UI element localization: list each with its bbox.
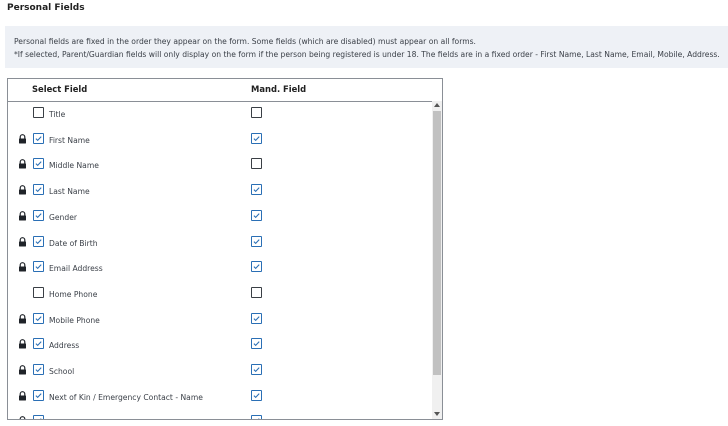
info-line-2: *If selected, Parent/Guardian fields wil… bbox=[14, 50, 720, 59]
lock-icon bbox=[18, 309, 27, 324]
field-label: Next of Kin / Emergency Contact - Name bbox=[49, 392, 203, 402]
select-field-checkbox[interactable] bbox=[33, 235, 44, 247]
lock-icon bbox=[18, 386, 27, 401]
mandatory-field-checkbox[interactable] bbox=[251, 132, 262, 144]
scroll-up-arrow-icon[interactable] bbox=[434, 103, 440, 107]
scrollbar[interactable] bbox=[432, 101, 442, 419]
field-row: Title bbox=[8, 101, 432, 127]
field-label: Gender bbox=[49, 212, 77, 222]
lock-icon bbox=[18, 257, 27, 272]
select-field-checkbox[interactable] bbox=[33, 158, 44, 170]
lock-icon bbox=[18, 129, 27, 144]
select-field-checkbox[interactable] bbox=[33, 107, 44, 118]
table-header: Select Field Mand. Field bbox=[8, 79, 442, 102]
field-row: Last Name bbox=[8, 178, 432, 204]
select-field-checkbox[interactable] bbox=[33, 184, 44, 196]
field-label: First Name bbox=[49, 135, 90, 145]
info-box: Personal fields are fixed in the order t… bbox=[5, 26, 728, 68]
select-field-checkbox[interactable] bbox=[33, 132, 44, 144]
lock-icon bbox=[18, 411, 27, 419]
lock-icon bbox=[18, 154, 27, 169]
select-field-checkbox[interactable] bbox=[33, 338, 44, 350]
info-line-1: Personal fields are fixed in the order t… bbox=[14, 37, 476, 46]
field-row: School bbox=[8, 358, 432, 384]
field-row: Gender bbox=[8, 204, 432, 230]
lock-icon bbox=[18, 360, 27, 375]
field-label: Middle Name bbox=[49, 161, 99, 171]
mandatory-field-checkbox[interactable] bbox=[251, 338, 262, 350]
mandatory-field-checkbox[interactable] bbox=[251, 364, 262, 375]
field-label: Email Address bbox=[49, 264, 103, 274]
select-field-checkbox[interactable] bbox=[33, 364, 44, 375]
mandatory-field-checkbox[interactable] bbox=[251, 209, 262, 221]
select-field-checkbox[interactable] bbox=[33, 389, 44, 401]
field-label: Home Phone bbox=[49, 289, 98, 299]
mandatory-field-checkbox[interactable] bbox=[251, 235, 262, 247]
field-label: Title bbox=[49, 110, 66, 119]
select-field-checkbox[interactable] bbox=[33, 209, 44, 221]
field-row bbox=[8, 409, 432, 419]
mandatory-field-checkbox[interactable] bbox=[251, 286, 262, 298]
field-label: Mobile Phone bbox=[49, 315, 100, 325]
field-row: Address bbox=[8, 332, 432, 358]
fields-table: Select Field Mand. Field Title First Name… bbox=[7, 78, 443, 420]
select-field-checkbox[interactable] bbox=[33, 261, 44, 273]
field-label: Address bbox=[49, 341, 80, 351]
select-field-checkbox[interactable] bbox=[33, 312, 44, 324]
field-row: First Name bbox=[8, 127, 432, 153]
field-label: Date of Birth bbox=[49, 238, 98, 248]
select-field-checkbox[interactable] bbox=[33, 415, 44, 419]
mandatory-field-checkbox[interactable] bbox=[251, 415, 262, 419]
scroll-down-arrow-icon[interactable] bbox=[434, 412, 440, 416]
mandatory-field-checkbox[interactable] bbox=[251, 261, 262, 273]
section-title: Personal Fields bbox=[7, 3, 85, 13]
mandatory-field-checkbox[interactable] bbox=[251, 389, 262, 401]
mandatory-field-checkbox[interactable] bbox=[251, 312, 262, 324]
scrollbar-thumb[interactable] bbox=[433, 111, 441, 375]
field-row: Next of Kin / Emergency Contact - Name bbox=[8, 384, 432, 410]
field-row: Mobile Phone bbox=[8, 307, 432, 333]
column-header-select: Select Field bbox=[32, 84, 88, 94]
lock-icon bbox=[18, 180, 27, 195]
mandatory-field-checkbox[interactable] bbox=[251, 184, 262, 196]
field-row: Home Phone bbox=[8, 281, 432, 307]
lock-icon bbox=[18, 232, 27, 246]
field-label: Last Name bbox=[49, 187, 90, 197]
mandatory-field-checkbox[interactable] bbox=[251, 107, 262, 118]
lock-icon bbox=[18, 334, 27, 349]
field-row: Email Address bbox=[8, 255, 432, 281]
column-header-mandatory: Mand. Field bbox=[251, 84, 307, 94]
mandatory-field-checkbox[interactable] bbox=[251, 158, 262, 170]
lock-icon bbox=[18, 206, 27, 221]
table-rows: Title First Name Middle Name Last Name Gende… bbox=[8, 101, 432, 419]
select-field-checkbox[interactable] bbox=[33, 286, 44, 298]
field-row: Middle Name bbox=[8, 152, 432, 178]
field-label: School bbox=[49, 367, 75, 376]
field-row: Date of Birth bbox=[8, 230, 432, 256]
